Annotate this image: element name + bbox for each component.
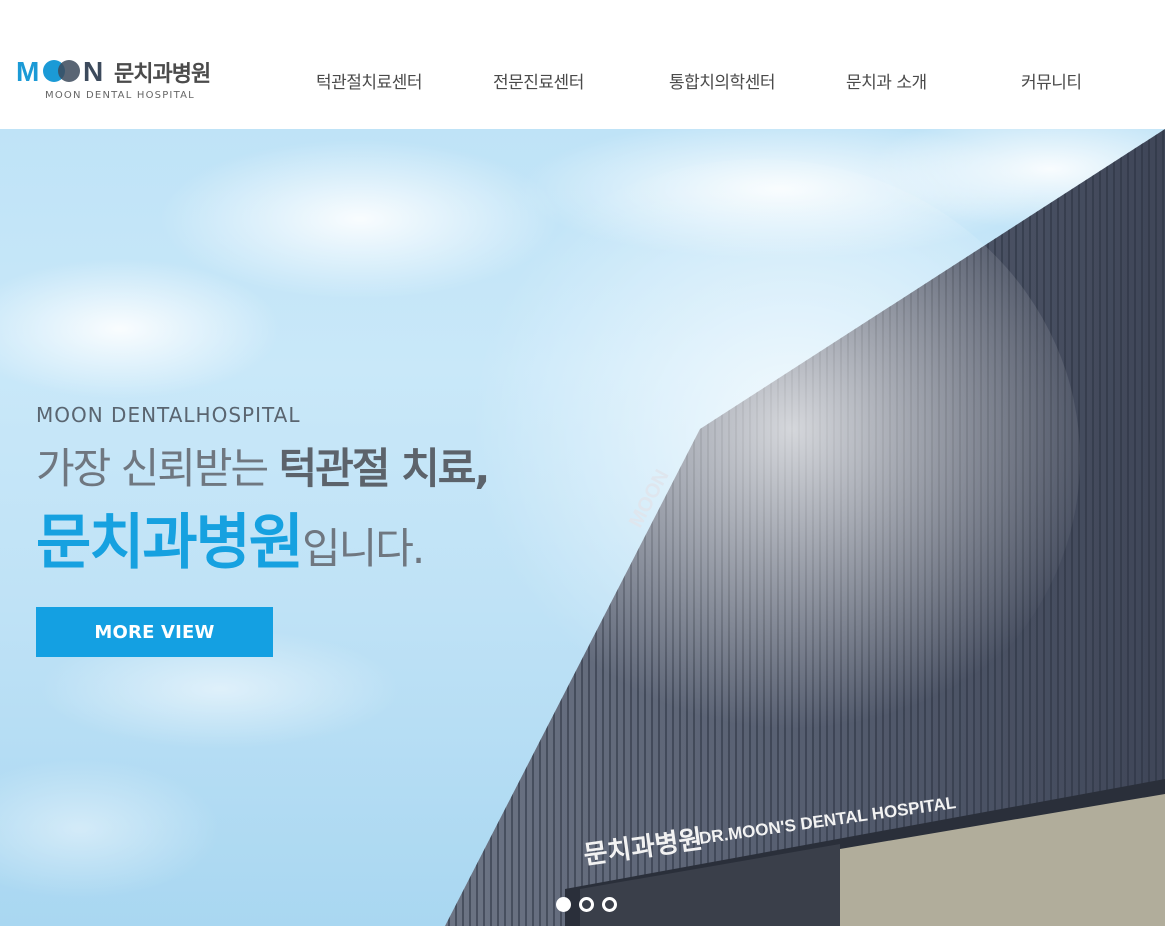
site-header: M N 문치과병원 MOON DENTAL HOSPITAL 턱관절치료센터 전…: [0, 0, 1165, 129]
svg-text:N: N: [83, 56, 103, 86]
nav-item-community[interactable]: 커뮤니티: [1021, 68, 1082, 93]
more-view-button[interactable]: MORE VIEW: [36, 607, 273, 657]
logo-english-name: MOON DENTAL HOSPITAL: [45, 90, 195, 101]
hero-headline-rest: 입니다.: [302, 524, 425, 573]
nav-item-specialty-center[interactable]: 전문진료센터: [493, 68, 584, 93]
slider-dot-2[interactable]: [579, 897, 594, 912]
nav-item-integrated-center[interactable]: 통합치의학센터: [669, 68, 775, 93]
site-logo[interactable]: M N 문치과병원 MOON DENTAL HOSPITAL: [16, 56, 221, 104]
nav-item-tmj-center[interactable]: 턱관절치료센터: [316, 68, 422, 93]
hero-headline-normal: 가장 신뢰받는: [36, 444, 279, 493]
hero-slider: MOON 문치과병원 DR.MOON'S DENTAL HOSPITAL MOO…: [0, 129, 1165, 926]
svg-text:M: M: [16, 56, 38, 86]
slider-dot-1[interactable]: [556, 897, 571, 912]
hero-headline-line1: 가장 신뢰받는 턱관절 치료,: [36, 435, 491, 496]
moon-logo-mark: M N: [16, 56, 103, 86]
nav-item-about[interactable]: 문치과 소개: [846, 68, 927, 93]
hero-headline-accent: 문치과병원: [36, 508, 304, 578]
hero-headline-line2: 문치과병원입니다.: [36, 494, 425, 581]
hero-headline-bold: 턱관절 치료,: [278, 444, 491, 493]
slider-pagination: [556, 897, 617, 912]
hero-subtitle: MOON DENTALHOSPITAL: [36, 403, 301, 427]
logo-korean-name: 문치과병원: [114, 62, 211, 87]
slider-dot-3[interactable]: [602, 897, 617, 912]
